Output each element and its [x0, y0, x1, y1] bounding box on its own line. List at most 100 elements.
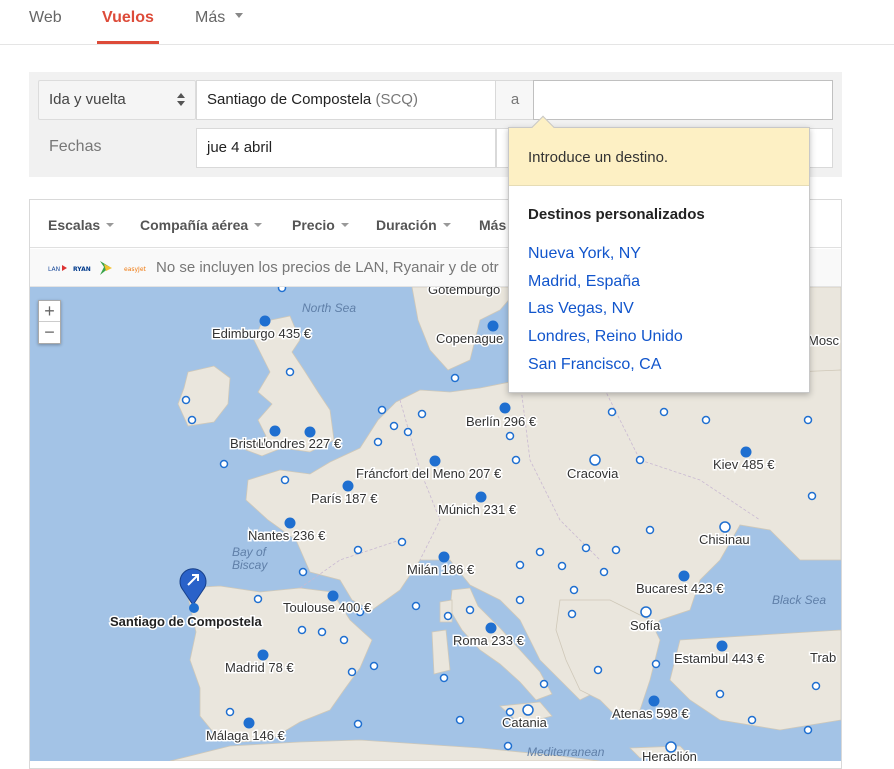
filter-more[interactable]: Más: [479, 217, 506, 233]
map-dot[interactable]: [297, 625, 307, 635]
destination-link[interactable]: Las Vegas, NV: [528, 300, 634, 318]
map-dot[interactable]: [803, 725, 813, 735]
origin-marker[interactable]: [189, 603, 199, 613]
map-dot[interactable]: [557, 561, 567, 571]
zoom-in-button[interactable]: +: [39, 301, 60, 322]
city-marker[interactable]: [284, 517, 296, 529]
destination-link[interactable]: Londres, Reino Unido: [528, 328, 683, 346]
map-dot[interactable]: [389, 421, 399, 431]
map-dot[interactable]: [465, 605, 475, 615]
map-dot[interactable]: [353, 545, 363, 555]
active-tab-underline: [97, 41, 159, 44]
city-label: Estambul 443 €: [674, 651, 765, 666]
city-marker[interactable]: [259, 315, 271, 327]
map-dot[interactable]: [317, 627, 327, 637]
tab-web[interactable]: Web: [29, 9, 62, 27]
origin-field[interactable]: Santiago de Compostela (SCQ): [196, 80, 496, 120]
filter-price[interactable]: Precio: [292, 217, 349, 233]
city-marker[interactable]: [640, 606, 652, 618]
city-marker[interactable]: [487, 320, 499, 332]
map-dot[interactable]: [339, 635, 349, 645]
map-dot[interactable]: [277, 287, 287, 293]
map-dot[interactable]: [450, 373, 460, 383]
map-dot[interactable]: [373, 437, 383, 447]
map-dot[interactable]: [581, 543, 591, 553]
map-dot[interactable]: [417, 409, 427, 419]
map-dot[interactable]: [567, 609, 577, 619]
zoom-out-button[interactable]: −: [39, 322, 60, 343]
map-dot[interactable]: [503, 741, 513, 751]
map-dot[interactable]: [369, 661, 379, 671]
map-dot[interactable]: [443, 611, 453, 621]
filter-stops[interactable]: Escalas: [48, 217, 115, 233]
tab-vuelos[interactable]: Vuelos: [97, 9, 159, 44]
tab-mas[interactable]: Más: [195, 9, 244, 27]
map-dot[interactable]: [511, 455, 521, 465]
city-marker[interactable]: [342, 480, 354, 492]
map-dot[interactable]: [599, 567, 609, 577]
map-dot[interactable]: [505, 431, 515, 441]
map-dot[interactable]: [515, 595, 525, 605]
destination-link[interactable]: Nueva York, NY: [528, 245, 641, 263]
map-dot[interactable]: [347, 667, 357, 677]
map-dot[interactable]: [807, 491, 817, 501]
filter-duration[interactable]: Duración: [376, 217, 451, 233]
map-dot[interactable]: [645, 525, 655, 535]
map-dot[interactable]: [701, 415, 711, 425]
map-dot[interactable]: [280, 475, 290, 485]
map-dot[interactable]: [377, 405, 387, 415]
map-dot[interactable]: [403, 427, 413, 437]
city-marker[interactable]: [429, 455, 441, 467]
destination-field[interactable]: [533, 80, 833, 120]
map-dot[interactable]: [747, 715, 757, 725]
city-marker[interactable]: [648, 695, 660, 707]
city-label: Berlín 296 €: [466, 414, 537, 429]
map-dot[interactable]: [593, 665, 603, 675]
city-marker[interactable]: [438, 551, 450, 563]
map-dot[interactable]: [397, 537, 407, 547]
map-dot[interactable]: [439, 673, 449, 683]
city-marker[interactable]: [499, 402, 511, 414]
city-marker[interactable]: [485, 622, 497, 634]
origin-label: Santiago de Compostela: [110, 614, 262, 629]
destination-link[interactable]: Madrid, España: [528, 273, 640, 291]
map-dot[interactable]: [298, 567, 308, 577]
map-dot[interactable]: [181, 395, 191, 405]
map-dot[interactable]: [225, 707, 235, 717]
destination-link[interactable]: San Francisco, CA: [528, 356, 661, 374]
city-label: Edimburgo 435 €: [212, 326, 312, 341]
trip-type-select[interactable]: Ida y vuelta: [38, 80, 196, 120]
city-marker[interactable]: [269, 425, 281, 437]
city-marker[interactable]: [257, 649, 269, 661]
map-dot[interactable]: [607, 407, 617, 417]
map-dot[interactable]: [715, 689, 725, 699]
map-dot[interactable]: [353, 719, 363, 729]
city-marker[interactable]: [589, 454, 601, 466]
map-dot[interactable]: [219, 459, 229, 469]
map-dot[interactable]: [651, 659, 661, 669]
map-dot[interactable]: [611, 545, 621, 555]
city-marker[interactable]: [475, 491, 487, 503]
map-dot[interactable]: [803, 415, 813, 425]
map-dot[interactable]: [411, 601, 421, 611]
filter-airline[interactable]: Compañía aérea: [140, 217, 263, 233]
city-marker[interactable]: [243, 717, 255, 729]
map-dot[interactable]: [811, 681, 821, 691]
map-dot[interactable]: [535, 547, 545, 557]
map-dot[interactable]: [539, 679, 549, 689]
depart-date-field[interactable]: jue 4 abril: [196, 128, 496, 168]
city-marker[interactable]: [740, 446, 752, 458]
map-dot[interactable]: [659, 407, 669, 417]
map-dot[interactable]: [285, 367, 295, 377]
city-marker[interactable]: [716, 640, 728, 652]
map-dot[interactable]: [569, 585, 579, 595]
select-arrows-icon: [177, 92, 185, 108]
city-marker[interactable]: [719, 521, 731, 533]
map-dot[interactable]: [515, 560, 525, 570]
map-dot[interactable]: [635, 455, 645, 465]
map-dot[interactable]: [455, 715, 465, 725]
city-marker[interactable]: [678, 570, 690, 582]
city-marker[interactable]: [522, 704, 534, 716]
map-dot[interactable]: [253, 594, 263, 604]
map-dot[interactable]: [187, 415, 197, 425]
